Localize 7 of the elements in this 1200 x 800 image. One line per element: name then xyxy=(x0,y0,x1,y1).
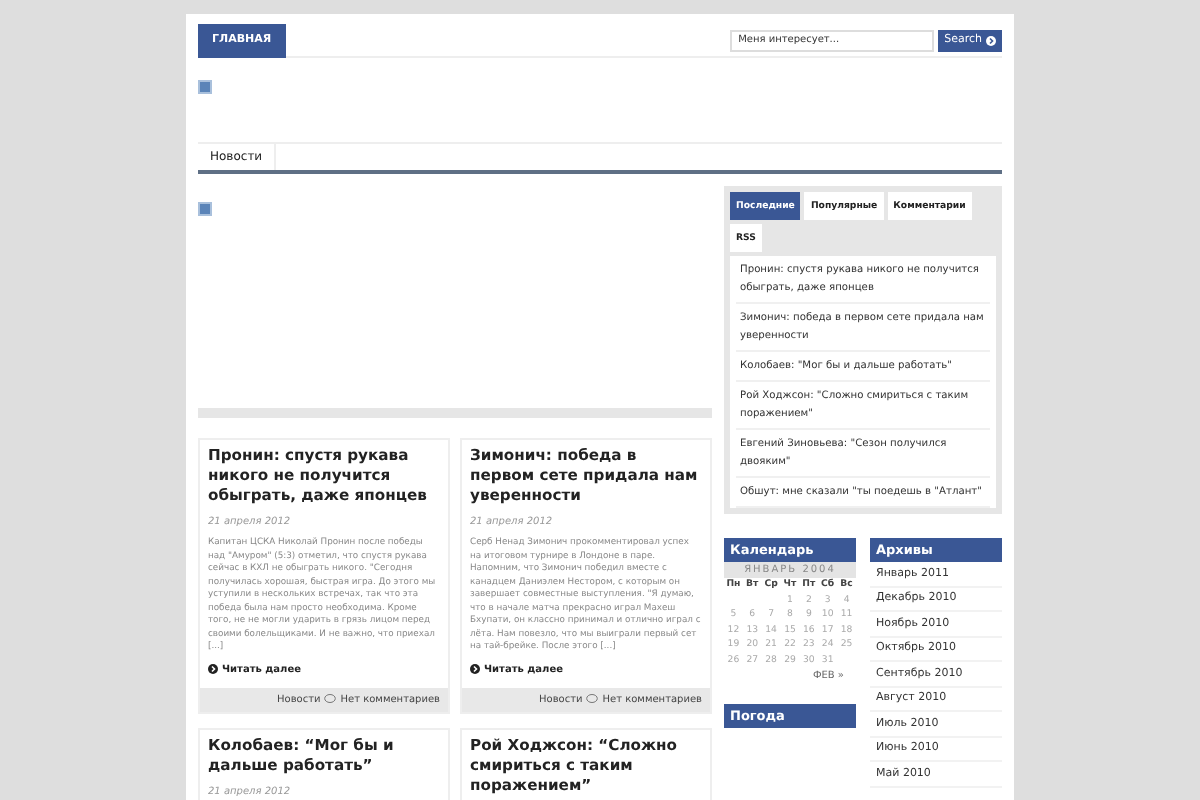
arrow-circle-icon xyxy=(470,664,480,674)
comment-icon xyxy=(324,694,337,704)
comment-icon xyxy=(586,694,599,704)
arrow-circle-icon xyxy=(208,664,218,674)
image-placeholder-icon xyxy=(198,80,212,94)
arrow-icon xyxy=(986,35,996,45)
image-placeholder-icon xyxy=(198,202,212,216)
